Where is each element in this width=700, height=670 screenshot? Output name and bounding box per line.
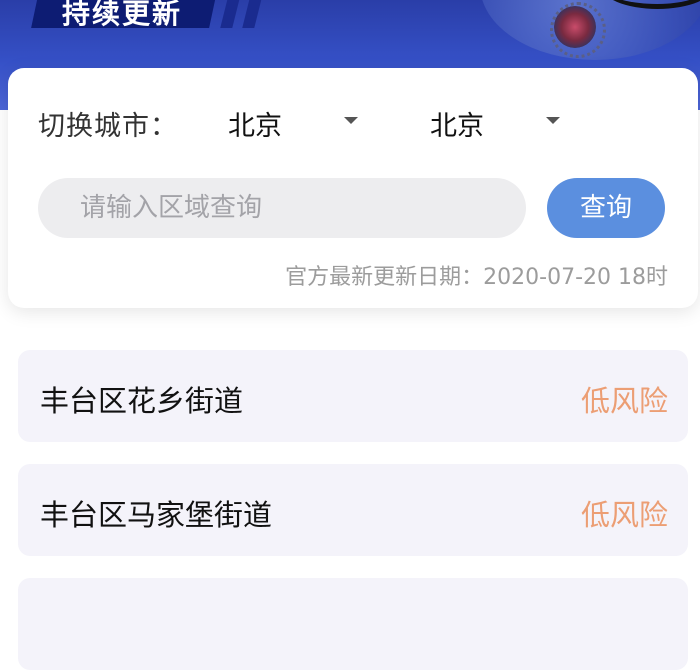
city-switch-row: 切换城市： 北京 北京 bbox=[38, 104, 678, 144]
city-select[interactable]: 北京 bbox=[430, 104, 590, 144]
list-item[interactable]: 丰台区花乡街道 低风险 bbox=[18, 350, 688, 442]
chevron-down-icon bbox=[546, 117, 560, 124]
banner-stripe-decoration bbox=[242, 0, 266, 28]
list-item[interactable] bbox=[18, 578, 688, 670]
city-select-value: 北京 bbox=[430, 111, 484, 142]
risk-level-badge: 低风险 bbox=[580, 498, 668, 532]
virus-icon bbox=[550, 2, 606, 58]
risk-level-badge: 低风险 bbox=[580, 384, 668, 418]
area-search-input[interactable] bbox=[38, 178, 526, 238]
province-select-value: 北京 bbox=[228, 111, 282, 142]
update-date-text: 官方最新更新日期：2020-07-20 18时 bbox=[285, 265, 668, 290]
banner-title: 持续更新 bbox=[62, 0, 183, 30]
search-button[interactable]: 查询 bbox=[547, 178, 665, 238]
list-item[interactable]: 丰台区马家堡街道 低风险 bbox=[18, 464, 688, 556]
query-card: 切换城市： 北京 北京 查询 官方最新更新日期：2020-07-20 18时 bbox=[8, 68, 698, 308]
chevron-down-icon bbox=[344, 117, 358, 124]
banner-stripe-decoration bbox=[220, 0, 244, 28]
area-name: 丰台区花乡街道 bbox=[40, 384, 244, 418]
city-switch-label: 切换城市： bbox=[38, 111, 178, 142]
province-select[interactable]: 北京 bbox=[228, 104, 388, 144]
area-name: 丰台区马家堡街道 bbox=[40, 498, 273, 532]
